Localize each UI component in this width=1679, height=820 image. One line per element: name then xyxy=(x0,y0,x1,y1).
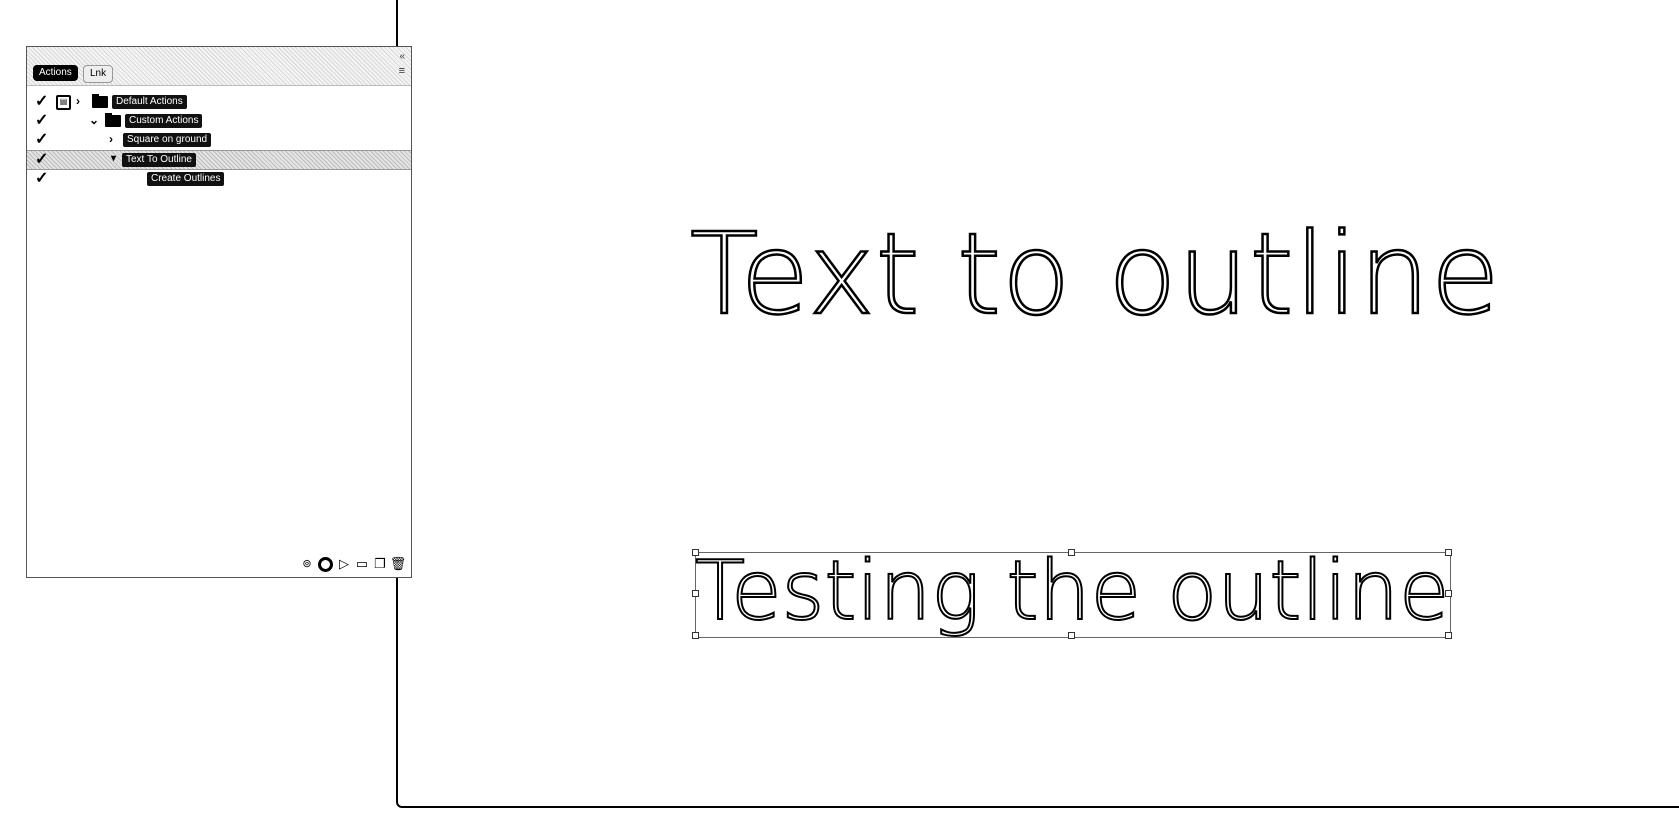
artboard[interactable] xyxy=(396,0,1679,808)
selection-handle-br[interactable] xyxy=(1445,632,1452,639)
tab-links[interactable]: Lnk xyxy=(83,65,114,83)
chevron-down-icon[interactable]: ▾ xyxy=(111,152,116,166)
item-label: Square on ground xyxy=(123,133,212,147)
item-label: Create Outlines xyxy=(147,172,225,186)
selection-handle-mr[interactable] xyxy=(1445,590,1452,597)
item-label: Default Actions xyxy=(112,95,187,109)
list-item-custom-actions[interactable]: ✓ ⌄ Custom Actions xyxy=(27,112,411,131)
selection-handle-tl[interactable] xyxy=(692,549,699,556)
selected-text-object[interactable]: Testing the outline xyxy=(694,543,1450,640)
dialog-toggle-icon[interactable]: ▤ xyxy=(56,95,71,110)
outlined-text-headline[interactable]: Text to outline xyxy=(689,209,1501,342)
collapse-panel-icon[interactable]: « xyxy=(399,51,405,62)
new-layer-icon[interactable]: ⊚ xyxy=(300,557,314,571)
new-set-icon[interactable]: ▭ xyxy=(355,557,369,571)
selection-handle-tm[interactable] xyxy=(1068,549,1075,556)
play-icon[interactable]: ▷ xyxy=(337,557,351,571)
tab-actions[interactable]: Actions xyxy=(33,65,78,81)
panel-footer: ⊚ ▷ ▭ ❐ 🗑 xyxy=(300,555,407,573)
chevron-down-icon[interactable]: ⌄ xyxy=(89,113,99,127)
stop-icon[interactable] xyxy=(318,556,333,572)
folder-icon xyxy=(92,94,108,108)
panel-menu-icon[interactable]: ≡ xyxy=(399,65,405,77)
selection-handle-tr[interactable] xyxy=(1445,549,1452,556)
panel-header[interactable]: « Actions Lnk ≡ xyxy=(27,47,411,86)
actions-list: ✓ ▤ › Default Actions ✓ ⌄ Custom Actions… xyxy=(27,93,411,189)
trash-icon[interactable]: 🗑 xyxy=(390,557,407,571)
chevron-right-icon[interactable]: › xyxy=(109,132,113,146)
check-icon[interactable]: ✓ xyxy=(35,113,48,129)
check-icon[interactable]: ✓ xyxy=(35,132,48,148)
item-label: Text To Outline xyxy=(122,153,196,167)
new-action-icon[interactable]: ❐ xyxy=(373,557,387,571)
selection-handle-bl[interactable] xyxy=(692,632,699,639)
list-item-create-outlines[interactable]: ✓ Create Outlines xyxy=(27,170,411,189)
folder-icon xyxy=(105,113,121,127)
actions-panel: « Actions Lnk ≡ ✓ ▤ › Default Actions ✓ … xyxy=(26,46,412,578)
item-label: Custom Actions xyxy=(125,114,203,128)
check-icon[interactable]: ✓ xyxy=(35,152,48,168)
chevron-right-icon[interactable]: › xyxy=(76,94,80,108)
list-item-default-actions[interactable]: ✓ ▤ › Default Actions xyxy=(27,93,411,112)
selection-handle-ml[interactable] xyxy=(692,590,699,597)
list-item-text-to-outline[interactable]: ✓ ▾ Text To Outline xyxy=(27,150,411,170)
check-icon[interactable]: ✓ xyxy=(35,171,48,187)
list-item-square-on-ground[interactable]: ✓ › Square on ground xyxy=(27,131,411,150)
check-icon[interactable]: ✓ xyxy=(35,94,48,110)
selection-handle-bm[interactable] xyxy=(1068,632,1075,639)
